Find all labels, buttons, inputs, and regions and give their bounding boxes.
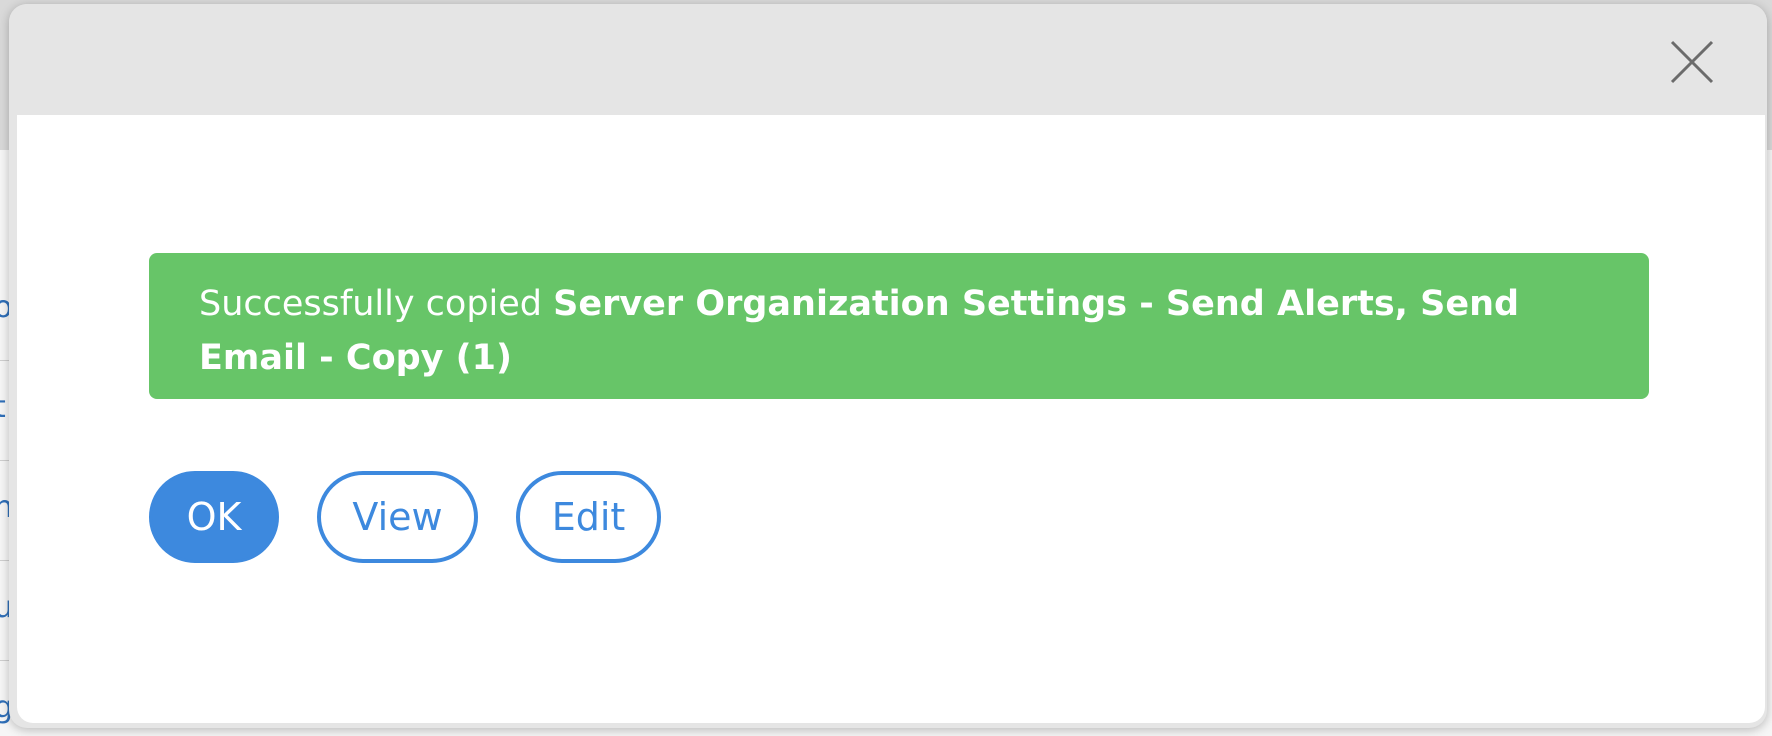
edit-button[interactable]: Edit <box>516 471 661 563</box>
view-button[interactable]: View <box>317 471 478 563</box>
copy-success-dialog: Successfully copied Server Organization … <box>9 4 1767 728</box>
success-message-prefix: Successfully copied <box>199 284 554 324</box>
background-link-fragment: t <box>0 390 6 425</box>
ok-button[interactable]: OK <box>149 471 279 563</box>
dialog-header <box>9 4 1767 115</box>
close-button[interactable] <box>1664 34 1720 90</box>
dialog-body: Successfully copied Server Organization … <box>17 115 1765 723</box>
success-alert: Successfully copied Server Organization … <box>149 253 1649 399</box>
close-icon <box>1670 40 1714 84</box>
